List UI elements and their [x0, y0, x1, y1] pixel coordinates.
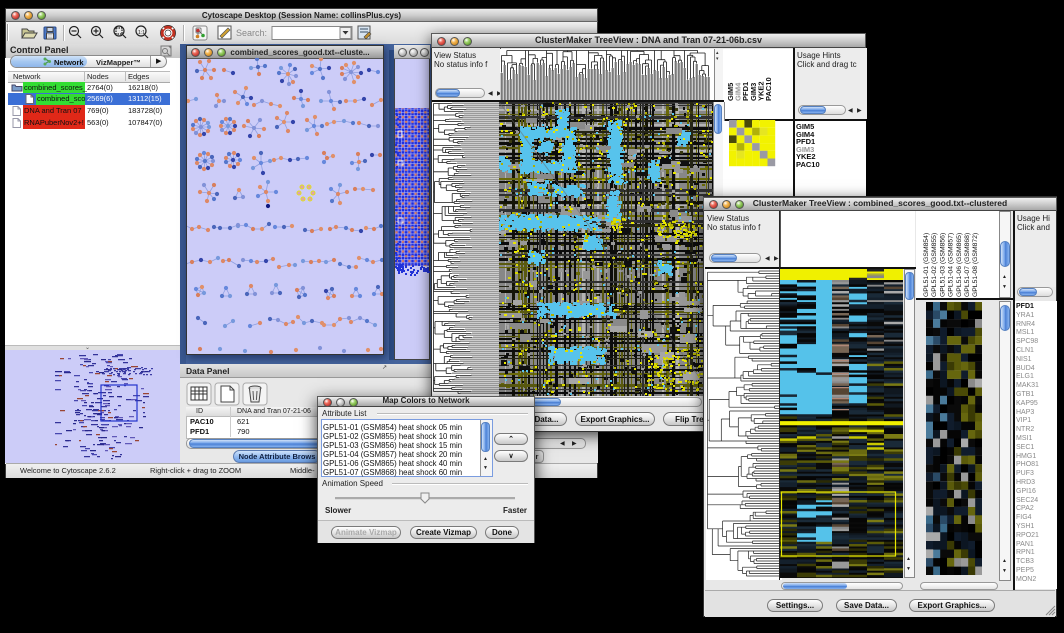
svg-text:1:1: 1:1 [138, 30, 145, 36]
svg-text:GPL51-04 (GSM857): GPL51-04 (GSM857) [948, 233, 955, 297]
svg-text:PAC10: PAC10 [764, 77, 773, 101]
svg-text:Search:: Search: [236, 28, 267, 38]
svg-text:GPL51-01 (GSM854): GPL51-01 (GSM854) [923, 233, 930, 297]
svg-text:GPL51-08 (GSM872): GPL51-08 (GSM872) [972, 233, 979, 297]
svg-text:GPL51-02 (GSM855): GPL51-02 (GSM855) [931, 233, 938, 297]
svg-text:GPL51-07 (GSM868): GPL51-07 (GSM868) [964, 233, 971, 297]
svg-text:GPL51-06 (GSM865): GPL51-06 (GSM865) [956, 233, 963, 297]
svg-text:GPL51-03 (GSM856): GPL51-03 (GSM856) [939, 233, 946, 297]
